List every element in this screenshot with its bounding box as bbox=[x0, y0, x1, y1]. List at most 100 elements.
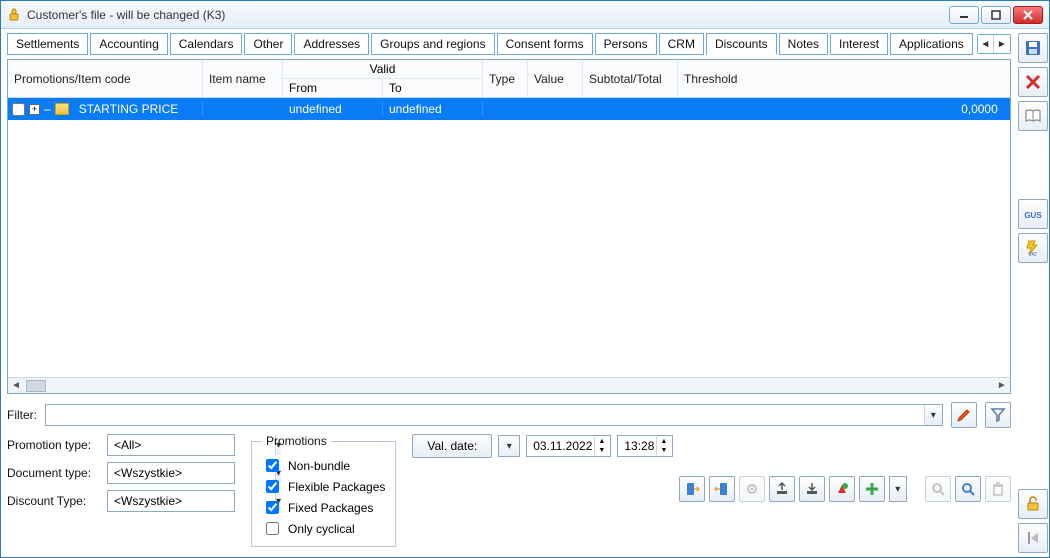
gear-button bbox=[739, 476, 765, 502]
row-checkbox[interactable] bbox=[12, 103, 25, 116]
row-threshold: 0,0000 bbox=[678, 102, 1010, 116]
val-time-input[interactable]: 13:28 ▲ ▼ bbox=[617, 435, 673, 457]
tab-interest[interactable]: Interest bbox=[830, 33, 888, 55]
tab-groups-regions[interactable]: Groups and regions bbox=[371, 33, 494, 55]
preview-button[interactable] bbox=[955, 476, 981, 502]
date-up-icon[interactable]: ▲ bbox=[594, 437, 608, 446]
promotions-group: Promotions Non-bundle Flexible Packages … bbox=[251, 434, 396, 547]
close-button[interactable] bbox=[1013, 6, 1043, 24]
col-valid-to[interactable]: To bbox=[383, 79, 482, 97]
time-up-icon[interactable]: ▲ bbox=[656, 437, 670, 446]
col-subtotal[interactable]: Subtotal/Total bbox=[583, 60, 678, 97]
gus-button[interactable]: GUS bbox=[1018, 199, 1048, 229]
non-bundle-checkbox[interactable]: Non-bundle bbox=[262, 456, 385, 475]
filter-input[interactable] bbox=[46, 405, 924, 425]
svg-text:GUS: GUS bbox=[1024, 211, 1042, 220]
col-item-name[interactable]: Item name bbox=[203, 60, 283, 97]
promotion-type-label: Promotion type: bbox=[7, 438, 99, 452]
promotion-type-select[interactable]: ▾ bbox=[107, 434, 235, 456]
val-date-input[interactable]: 03.11.2022 ▲ ▼ bbox=[526, 435, 611, 457]
filter-label: Filter: bbox=[7, 408, 37, 422]
app-icon bbox=[7, 8, 21, 22]
filter-edit-button[interactable] bbox=[951, 402, 977, 428]
document-type-select[interactable]: ▾ bbox=[107, 462, 235, 484]
maximize-button[interactable] bbox=[981, 6, 1011, 24]
tab-scroll-right[interactable]: ► bbox=[994, 35, 1010, 53]
tab-bar: Settlements Accounting Calendars Other A… bbox=[7, 33, 1011, 55]
only-cyclical-checkbox[interactable]: Only cyclical bbox=[262, 519, 385, 538]
col-threshold[interactable]: Threshold bbox=[678, 60, 1010, 97]
chevron-down-icon[interactable]: ▾ bbox=[499, 436, 519, 456]
time-down-icon[interactable]: ▼ bbox=[656, 446, 670, 455]
titlebar: Customer's file - will be changed (K3) bbox=[1, 1, 1049, 29]
tab-consent-forms[interactable]: Consent forms bbox=[497, 33, 593, 55]
promotions-legend: Promotions bbox=[262, 434, 331, 448]
upload-button[interactable] bbox=[769, 476, 795, 502]
tab-accounting[interactable]: Accounting bbox=[90, 33, 167, 55]
expand-icon[interactable]: + bbox=[29, 104, 40, 115]
tab-calendars[interactable]: Calendars bbox=[170, 33, 243, 55]
tab-scroll-left[interactable]: ◄ bbox=[978, 35, 994, 53]
col-value[interactable]: Value bbox=[528, 60, 583, 97]
row-label: STARTING PRICE bbox=[79, 102, 179, 116]
chevron-down-icon[interactable]: ▾ bbox=[924, 405, 942, 425]
tab-notes[interactable]: Notes bbox=[779, 33, 828, 55]
grid-header: Promotions/Item code Item name Valid Fro… bbox=[8, 60, 1010, 98]
cancel-button[interactable] bbox=[1018, 67, 1048, 97]
window-title: Customer's file - will be changed (K3) bbox=[27, 8, 943, 22]
col-type[interactable]: Type bbox=[483, 60, 528, 97]
date-down-icon[interactable]: ▼ bbox=[594, 446, 608, 455]
import-button[interactable] bbox=[709, 476, 735, 502]
chevron-down-icon[interactable]: ▾ bbox=[890, 477, 906, 501]
tab-applications[interactable]: Applications bbox=[890, 33, 973, 55]
side-toolbar: GUS VAT bbox=[1017, 29, 1049, 557]
tab-other[interactable]: Other bbox=[244, 33, 292, 55]
scroll-left-icon[interactable]: ◄ bbox=[8, 380, 24, 391]
clear-button[interactable] bbox=[829, 476, 855, 502]
table-row[interactable]: + – STARTING PRICE undefined undefined 0… bbox=[8, 98, 1010, 120]
discount-type-value bbox=[108, 491, 275, 511]
filter-combo[interactable]: ▾ bbox=[45, 404, 943, 426]
fixed-packages-checkbox[interactable]: Fixed Packages bbox=[262, 498, 385, 517]
horizontal-scrollbar[interactable]: ◄ ► bbox=[8, 377, 1010, 393]
lock-button[interactable] bbox=[1018, 489, 1048, 519]
type-selectors: Promotion type: ▾ Document type: ▾ bbox=[7, 434, 235, 512]
minimize-button[interactable] bbox=[949, 6, 979, 24]
folder-icon bbox=[55, 103, 69, 115]
tab-persons[interactable]: Persons bbox=[595, 33, 657, 55]
save-button[interactable] bbox=[1018, 33, 1048, 63]
discounts-grid: Promotions/Item code Item name Valid Fro… bbox=[7, 59, 1011, 394]
tab-scroll: ◄ ► bbox=[977, 34, 1011, 54]
download-button[interactable] bbox=[799, 476, 825, 502]
tab-settlements[interactable]: Settlements bbox=[7, 33, 88, 55]
discount-type-label: Discount Type: bbox=[7, 494, 99, 508]
flexible-packages-checkbox[interactable]: Flexible Packages bbox=[262, 477, 385, 496]
tab-addresses[interactable]: Addresses bbox=[294, 33, 369, 55]
add-dropdown[interactable]: ▾ bbox=[889, 476, 907, 502]
book-button[interactable] bbox=[1018, 101, 1048, 131]
val-date-row: Val. date: ▾ 03.11.2022 ▲ ▼ 13: bbox=[412, 434, 1010, 458]
filter-settings-button[interactable] bbox=[985, 402, 1011, 428]
scroll-right-icon[interactable]: ► bbox=[994, 380, 1010, 391]
promotion-type-value bbox=[108, 435, 275, 455]
add-button[interactable] bbox=[859, 476, 885, 502]
tab-discounts[interactable]: Discounts bbox=[706, 33, 777, 55]
zoom-button bbox=[925, 476, 951, 502]
next-record-button bbox=[1018, 523, 1048, 553]
row-from: undefined bbox=[283, 102, 383, 116]
svg-text:VAT: VAT bbox=[1028, 252, 1037, 257]
document-type-value bbox=[108, 463, 275, 483]
vat-button[interactable]: VAT bbox=[1018, 233, 1048, 263]
discount-type-select[interactable]: ▾ bbox=[107, 490, 235, 512]
val-date-dropdown[interactable]: ▾ bbox=[498, 435, 520, 457]
export-button[interactable] bbox=[679, 476, 705, 502]
filter-row: Filter: ▾ bbox=[7, 394, 1011, 434]
tab-crm[interactable]: CRM bbox=[659, 33, 704, 55]
val-date-button[interactable]: Val. date: bbox=[412, 434, 492, 458]
row-to: undefined bbox=[383, 102, 483, 116]
document-type-label: Document type: bbox=[7, 466, 99, 480]
action-toolbar: ▾ bbox=[412, 476, 1010, 502]
col-valid[interactable]: Valid From To bbox=[283, 60, 483, 97]
col-valid-from[interactable]: From bbox=[283, 79, 383, 97]
col-promotions[interactable]: Promotions/Item code bbox=[8, 60, 203, 97]
